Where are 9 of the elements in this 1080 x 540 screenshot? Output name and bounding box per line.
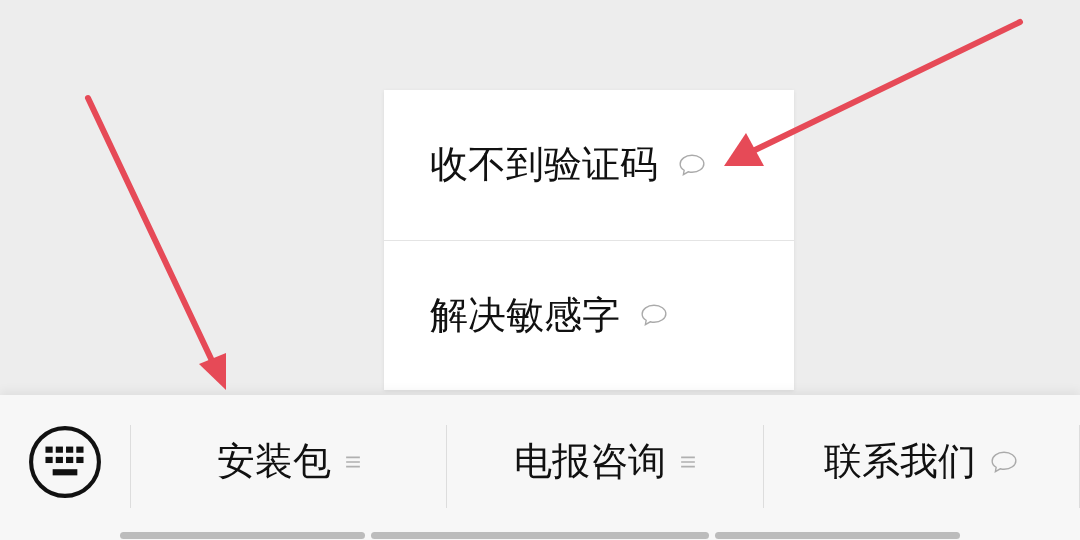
menu-item[interactable]: 电报咨询	[447, 425, 764, 508]
menu-item[interactable]: 联系我们	[763, 425, 1080, 508]
menu-item[interactable]: 安装包	[131, 425, 448, 508]
popup-menu-item[interactable]: 收不到验证码	[384, 90, 794, 240]
speech-bubble-icon	[640, 303, 668, 328]
popup-menu-item[interactable]: 解决敏感字	[384, 239, 794, 390]
keyboard-icon[interactable]	[28, 424, 102, 499]
speech-bubble-icon	[990, 449, 1019, 474]
speech-bubble-icon	[678, 152, 706, 177]
